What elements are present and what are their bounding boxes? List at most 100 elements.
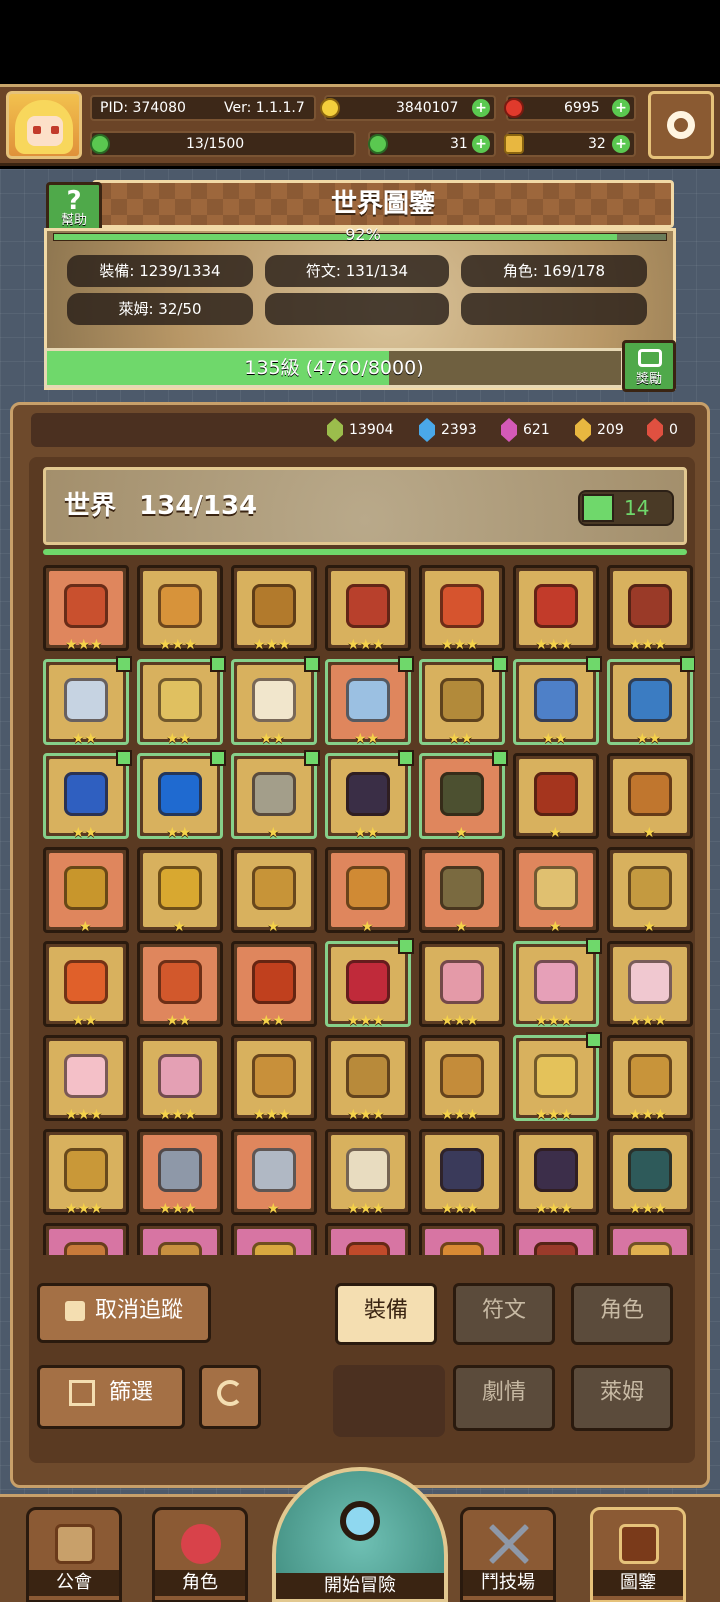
tab-story-label: 劇情 [481, 1380, 526, 1405]
item-cell[interactable] [513, 1223, 599, 1255]
item-cell[interactable]: ★ [325, 847, 411, 934]
item-cell[interactable]: ★ [231, 1129, 317, 1216]
item-cell[interactable]: ★ [137, 847, 223, 934]
item-cell[interactable]: ★★★ [231, 565, 317, 652]
item-stars: ★★ [260, 731, 286, 747]
filter-button[interactable]: 篩選 [37, 1365, 185, 1429]
item-stars: ★ [267, 919, 280, 935]
item-cell[interactable]: ★★★ [137, 565, 223, 652]
start-adventure-label: 開始冒險 [276, 1573, 444, 1599]
item-cell[interactable]: ★★ [513, 656, 602, 746]
item-cell[interactable]: ★ [513, 847, 599, 935]
item-cell[interactable]: ★★★ [325, 565, 411, 653]
item-cell[interactable]: ★★ [419, 656, 508, 746]
item-cell[interactable]: ★★ [43, 750, 132, 840]
item-icon [440, 1242, 484, 1255]
item-stars: ★ [549, 919, 562, 935]
reward-button[interactable]: 獎勵 [622, 340, 676, 392]
item-cell[interactable]: ★★ [137, 750, 226, 840]
key-icon [504, 134, 524, 154]
item-cell[interactable]: ★★★ [419, 1035, 505, 1122]
nav-guild[interactable]: 公會 [26, 1507, 122, 1602]
tab-character[interactable]: 角色 [571, 1283, 673, 1345]
item-icon [440, 960, 484, 1004]
item-stars: ★ [79, 919, 92, 935]
item-cell[interactable]: ★★★ [513, 1032, 602, 1122]
tab-story[interactable]: 劇情 [453, 1365, 555, 1431]
item-cell[interactable]: ★★ [137, 941, 223, 1028]
crossed-swords-icon [489, 1524, 529, 1564]
item-cell[interactable] [607, 1223, 693, 1255]
item-cell[interactable] [419, 1223, 505, 1255]
item-cell[interactable] [325, 1223, 411, 1255]
item-cell[interactable]: ★★★ [513, 565, 599, 652]
item-cell[interactable]: ★★ [607, 656, 695, 746]
nav-character[interactable]: 角色 [152, 1507, 248, 1602]
item-cell[interactable]: ★★ [325, 750, 414, 840]
refresh-button[interactable] [199, 1365, 261, 1429]
item-cell[interactable]: ★★★ [231, 1035, 317, 1123]
item-cell[interactable]: ★★★ [419, 1129, 505, 1216]
item-cell[interactable]: ★★ [43, 656, 132, 746]
item-cell[interactable]: ★★ [43, 941, 129, 1028]
tab-slime[interactable]: 萊姆 [571, 1365, 673, 1431]
item-cell[interactable]: ★ [607, 847, 693, 934]
item-cell[interactable]: ★ [513, 753, 599, 840]
item-stars: ★★★ [347, 637, 385, 653]
item-cell[interactable]: ★★ [231, 656, 320, 747]
item-icon [346, 866, 390, 910]
item-stars: ★★★ [253, 1107, 291, 1123]
item-cell[interactable]: ★ [419, 750, 508, 840]
magnifier-icon [340, 1501, 380, 1541]
item-cell[interactable] [231, 1223, 317, 1255]
like-counter[interactable]: 14 [578, 490, 674, 526]
key-plus-button[interactable]: + [612, 135, 630, 153]
item-cell[interactable]: ★★★ [137, 1035, 223, 1122]
item-cell[interactable]: ★★ [231, 941, 317, 1028]
clover-plus-button[interactable]: + [472, 135, 490, 153]
item-icon [64, 1148, 108, 1192]
item-cell[interactable]: ★★★ [137, 1129, 223, 1216]
empty-slot [333, 1365, 445, 1437]
item-cell[interactable]: ★★★ [43, 565, 129, 652]
item-cell[interactable]: ★★ [137, 656, 226, 746]
item-cell[interactable]: ★★★ [607, 1129, 693, 1216]
stat-empty-2 [461, 293, 647, 325]
gold-plus-button[interactable]: + [472, 99, 490, 117]
nav-character-label: 角色 [155, 1570, 245, 1596]
item-cell[interactable]: ★★★ [513, 938, 602, 1028]
nav-arena[interactable]: 鬥技場 [460, 1507, 556, 1602]
item-cell[interactable]: ★★★ [325, 938, 414, 1028]
item-cell[interactable]: ★★★ [607, 565, 693, 652]
item-cell[interactable]: ★ [231, 847, 317, 935]
item-cell[interactable]: ★★★ [607, 941, 693, 1028]
nav-atlas[interactable]: 圖鑒 [590, 1507, 686, 1602]
item-cell[interactable]: ★★ [325, 656, 414, 746]
tab-rune[interactable]: 符文 [453, 1283, 555, 1345]
ruby-plus-button[interactable]: + [612, 99, 630, 117]
item-cell[interactable]: ★ [419, 847, 505, 934]
item-cell[interactable] [137, 1223, 223, 1255]
untrack-button[interactable]: 取消追蹤 [37, 1283, 211, 1343]
item-cell[interactable] [43, 1223, 129, 1255]
item-icon [158, 772, 202, 816]
item-cell[interactable]: ★ [607, 753, 693, 841]
item-cell[interactable]: ★★★ [325, 1129, 411, 1216]
item-cell[interactable]: ★★★ [513, 1129, 599, 1216]
item-cell[interactable]: ★★★ [325, 1035, 411, 1122]
item-cell[interactable]: ★★★ [419, 941, 505, 1028]
tab-equipment[interactable]: 裝備 [335, 1283, 437, 1345]
item-cell[interactable]: ★ [43, 847, 129, 935]
thumbs-up-icon [582, 494, 614, 522]
item-cell[interactable]: ★★★ [43, 1129, 129, 1216]
item-cell[interactable]: ★ [231, 750, 320, 840]
item-icon [252, 772, 296, 816]
item-cell[interactable]: ★★★ [43, 1035, 129, 1122]
stamina-box: 13/1500 [90, 131, 356, 157]
settings-button[interactable] [648, 91, 714, 159]
item-stars: ★ [643, 825, 656, 841]
item-cell[interactable]: ★★★ [607, 1035, 693, 1122]
item-cell[interactable]: ★★★ [419, 565, 505, 652]
player-avatar[interactable] [6, 91, 82, 159]
gem-icon [327, 418, 343, 442]
